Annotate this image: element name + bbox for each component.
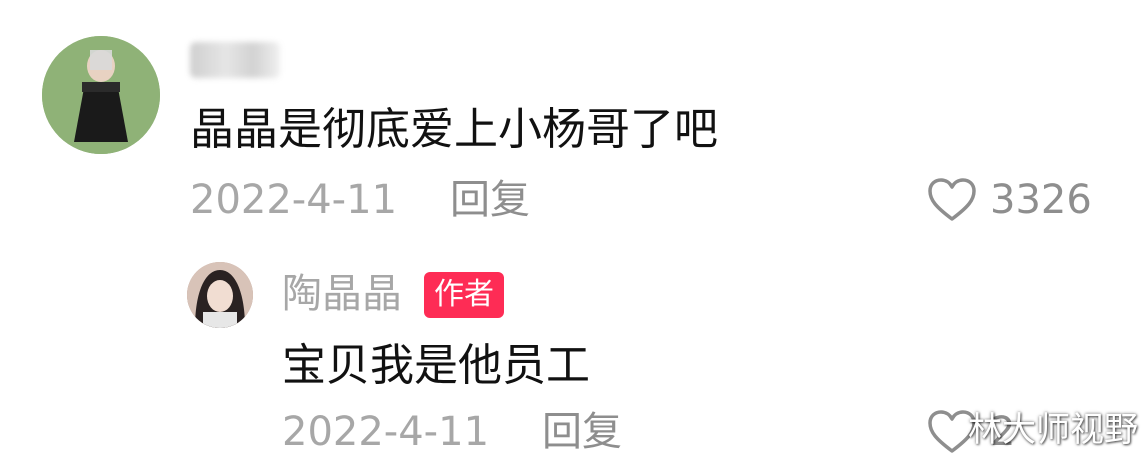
watermark-text: 林大师视野 bbox=[968, 410, 1138, 450]
author-name[interactable]: 陶晶晶 bbox=[282, 270, 402, 318]
commenter-avatar[interactable] bbox=[42, 36, 160, 154]
heart-outline-icon bbox=[928, 178, 976, 221]
like-button[interactable] bbox=[926, 176, 978, 224]
author-badge: 作者 bbox=[424, 272, 504, 318]
avatar-image bbox=[187, 262, 253, 328]
commenter-name-blurred bbox=[190, 42, 280, 78]
reply-comment-reply-button[interactable]: 回复 bbox=[542, 408, 622, 456]
like-count: 3326 bbox=[990, 177, 1092, 223]
reply-comment-date: 2022-4-11 bbox=[282, 409, 490, 455]
author-avatar[interactable] bbox=[187, 262, 253, 328]
comment-text: 晶晶是彻底爱上小杨哥了吧 bbox=[190, 104, 718, 155]
avatar-image bbox=[42, 36, 160, 154]
reply-comment-text: 宝贝我是他员工 bbox=[282, 340, 590, 391]
reply-button[interactable]: 回复 bbox=[450, 176, 530, 224]
comment-date: 2022-4-11 bbox=[190, 177, 398, 223]
